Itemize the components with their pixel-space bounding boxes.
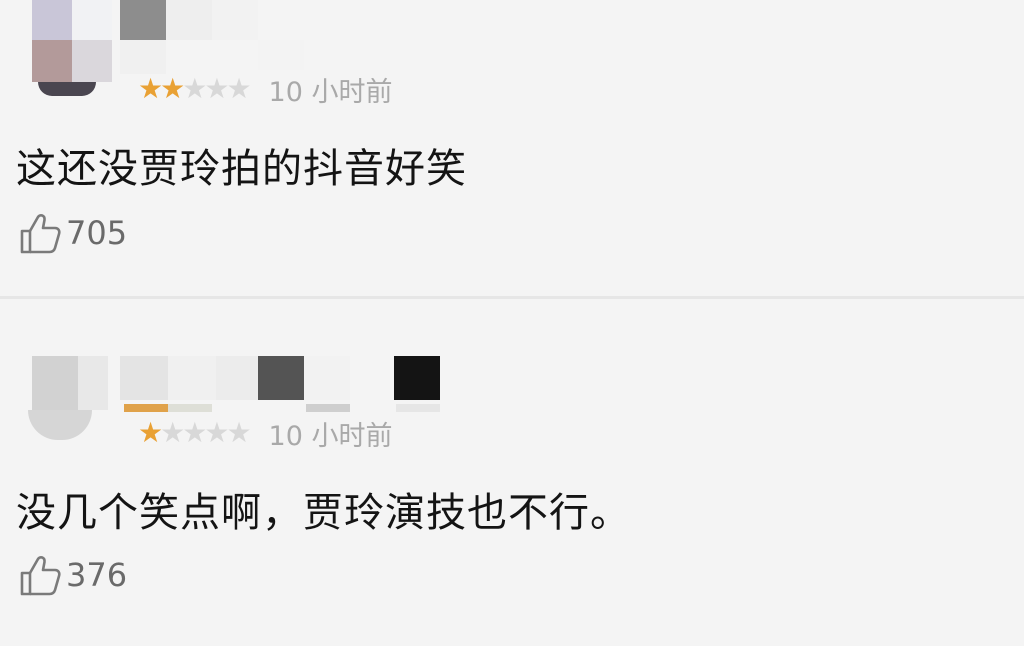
star-icon: ★ xyxy=(160,72,185,105)
comment-item: ★ ★ ★ ★ ★ 10 小时前 没几个笑点啊，贾玲演技也不行。 376 xyxy=(0,300,1024,646)
rating-stars: ★ ★ ★ ★ ★ xyxy=(138,72,252,105)
rating-stars: ★ ★ ★ ★ ★ xyxy=(138,416,252,449)
username-obscured xyxy=(120,0,320,80)
comment-divider xyxy=(0,296,1024,299)
star-icon: ★ xyxy=(204,416,229,449)
thumbs-up-icon xyxy=(20,214,61,254)
avatar[interactable] xyxy=(24,356,114,442)
star-icon: ★ xyxy=(182,416,207,449)
like-count: 376 xyxy=(66,556,128,594)
star-icon: ★ xyxy=(204,72,229,105)
star-icon: ★ xyxy=(138,72,163,105)
comment-text: 没几个笑点啊，贾玲演技也不行。 xyxy=(16,490,631,536)
star-icon: ★ xyxy=(226,416,251,449)
like-button[interactable]: 705 xyxy=(18,210,127,256)
star-icon: ★ xyxy=(160,416,185,449)
comment-time: 10 小时前 xyxy=(268,420,393,452)
avatar[interactable] xyxy=(20,0,130,100)
username-obscured xyxy=(120,356,500,416)
star-icon: ★ xyxy=(182,72,207,105)
comment-text: 这还没贾玲拍的抖音好笑 xyxy=(16,146,467,192)
comment-item: ★ ★ ★ ★ ★ 10 小时前 这还没贾玲拍的抖音好笑 705 xyxy=(0,0,1024,300)
like-count: 705 xyxy=(66,214,128,252)
like-button[interactable]: 376 xyxy=(18,552,127,598)
star-icon: ★ xyxy=(138,416,163,449)
thumbs-up-icon xyxy=(20,556,61,596)
comment-meta: ★ ★ ★ ★ ★ 10 小时前 xyxy=(138,72,393,108)
comment-meta: ★ ★ ★ ★ ★ 10 小时前 xyxy=(138,416,393,452)
star-icon: ★ xyxy=(226,72,251,105)
comment-time: 10 小时前 xyxy=(268,76,393,108)
